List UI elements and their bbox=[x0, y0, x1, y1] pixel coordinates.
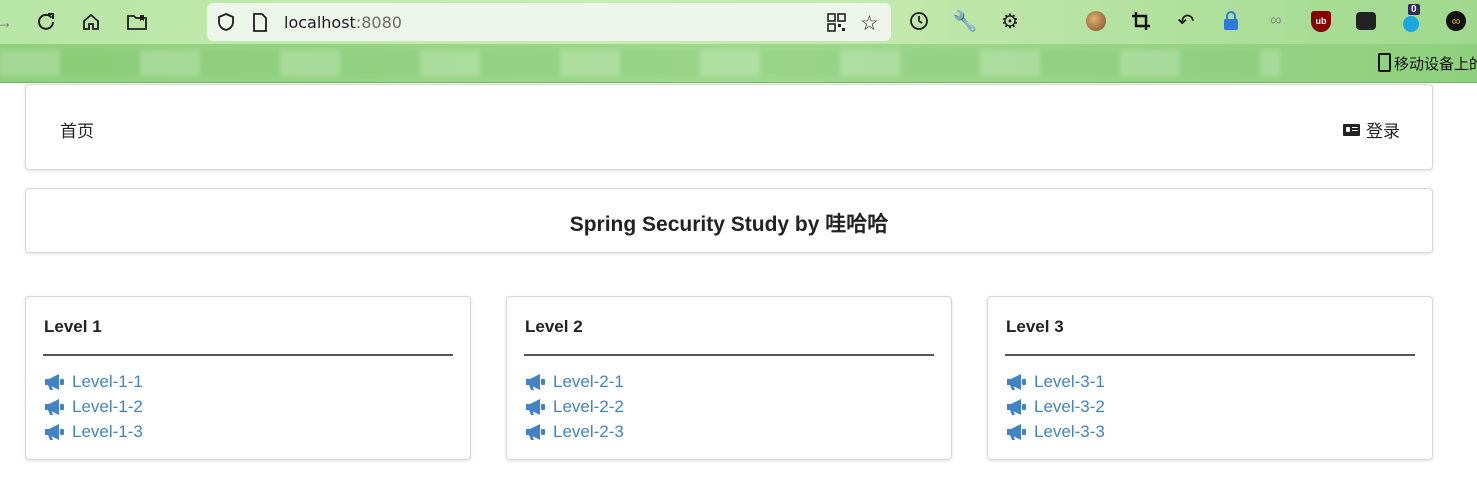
notification-extension-icon[interactable]: 0 bbox=[1399, 4, 1423, 33]
wrench-icon[interactable]: 🔧 bbox=[953, 9, 978, 33]
bullhorn-icon bbox=[45, 398, 64, 415]
level-link[interactable]: Level-2-3 bbox=[524, 419, 624, 444]
top-nav: 首页 登录 bbox=[25, 84, 1433, 170]
url-host: localhost bbox=[284, 13, 356, 32]
nav-login-label: 登录 bbox=[1366, 122, 1400, 141]
level-link[interactable]: Level-1-3 bbox=[43, 419, 143, 444]
extension-badge: 0 bbox=[1408, 4, 1420, 15]
home-icon[interactable] bbox=[77, 8, 105, 36]
page-title: Spring Security Study by 哇哈哈 bbox=[569, 213, 889, 236]
level-link-label: Level-3-2 bbox=[1034, 396, 1105, 416]
level-link-label: Level-3-1 bbox=[1034, 371, 1105, 391]
level-link[interactable]: Level-2-2 bbox=[524, 394, 624, 419]
browser-toolbar: → localhost:8080 ☆ 🔧 ⚙ ↶ ∞ ub 0 ∞ bbox=[0, 0, 1477, 44]
bullhorn-icon bbox=[526, 398, 545, 415]
qr-code-icon[interactable] bbox=[827, 13, 846, 37]
mobile-bookmarks-link[interactable]: 移动设备上的 bbox=[1378, 53, 1477, 74]
nav-login-link[interactable]: 登录 bbox=[1343, 117, 1400, 142]
level-card-3: Level 3 Level-3-1 Level-3-2 Level-3-3 bbox=[987, 296, 1433, 460]
level-link[interactable]: Level-3-3 bbox=[1005, 419, 1105, 444]
ublock-icon[interactable]: ub bbox=[1309, 9, 1333, 33]
page-icon bbox=[252, 13, 268, 37]
url-bar[interactable]: localhost:8080 ☆ bbox=[207, 3, 891, 41]
bullhorn-icon bbox=[1007, 398, 1026, 415]
level-card-1: Level 1 Level-1-1 Level-1-2 Level-1-3 bbox=[25, 296, 471, 460]
mobile-bookmarks-label: 移动设备上的 bbox=[1394, 55, 1477, 73]
forward-icon[interactable]: → bbox=[0, 8, 18, 36]
level-link[interactable]: Level-1-1 bbox=[43, 369, 143, 394]
mobile-phone-icon bbox=[1378, 53, 1391, 72]
level-link[interactable]: Level-1-2 bbox=[43, 394, 143, 419]
level-link-label: Level-1-3 bbox=[72, 421, 143, 441]
level-link[interactable]: Level-3-1 bbox=[1005, 369, 1105, 394]
bullhorn-icon bbox=[45, 423, 64, 440]
level-link[interactable]: Level-3-2 bbox=[1005, 394, 1105, 419]
bullhorn-icon bbox=[1007, 423, 1026, 440]
level-link-label: Level-2-1 bbox=[553, 371, 624, 391]
glasses-extension-icon[interactable]: ∞ bbox=[1444, 9, 1468, 33]
level-link-label: Level-3-3 bbox=[1034, 421, 1105, 441]
mask-extension-icon[interactable] bbox=[1354, 9, 1378, 33]
lock-extension-icon[interactable] bbox=[1219, 9, 1243, 33]
bullhorn-icon bbox=[526, 373, 545, 390]
avatar-extension-icon[interactable] bbox=[1084, 9, 1108, 33]
blurred-bookmarks bbox=[0, 50, 1280, 76]
hero-banner: Spring Security Study by 哇哈哈 bbox=[25, 188, 1433, 253]
divider bbox=[43, 354, 453, 356]
level-link-list: Level-2-1 Level-2-2 Level-2-3 bbox=[524, 369, 624, 444]
history-icon[interactable] bbox=[907, 9, 931, 33]
star-icon[interactable]: ☆ bbox=[860, 11, 879, 36]
bookmarks-bar bbox=[0, 44, 1477, 83]
nav-home-link[interactable]: 首页 bbox=[60, 117, 94, 142]
url-text[interactable]: localhost:8080 bbox=[284, 13, 402, 32]
level-link-list: Level-1-1 Level-1-2 Level-1-3 bbox=[43, 369, 143, 444]
level-link-label: Level-2-2 bbox=[553, 396, 624, 416]
level-card-2: Level 2 Level-2-1 Level-2-2 Level-2-3 bbox=[506, 296, 952, 460]
level-title: Level 1 bbox=[44, 317, 102, 336]
crop-icon[interactable] bbox=[1129, 9, 1153, 33]
level-title: Level 2 bbox=[525, 317, 583, 336]
url-port: :8080 bbox=[355, 13, 402, 32]
gear-icon[interactable]: ⚙ bbox=[998, 9, 1022, 33]
id-card-icon bbox=[1343, 123, 1360, 136]
shield-icon[interactable] bbox=[216, 12, 236, 37]
divider bbox=[524, 354, 934, 356]
level-link-label: Level-1-1 bbox=[72, 371, 143, 391]
level-link-label: Level-1-2 bbox=[72, 396, 143, 416]
undo-arrow-icon[interactable]: ↶ bbox=[1174, 9, 1198, 33]
level-link-list: Level-3-1 Level-3-2 Level-3-3 bbox=[1005, 369, 1105, 444]
level-title: Level 3 bbox=[1006, 317, 1064, 336]
divider bbox=[1005, 354, 1415, 356]
level-link[interactable]: Level-2-1 bbox=[524, 369, 624, 394]
bullhorn-icon bbox=[45, 373, 64, 390]
bullhorn-icon bbox=[1007, 373, 1026, 390]
link-extension-icon[interactable]: ∞ bbox=[1264, 9, 1288, 33]
level-link-label: Level-2-3 bbox=[553, 421, 624, 441]
reload-icon[interactable] bbox=[32, 8, 60, 36]
bullhorn-icon bbox=[526, 423, 545, 440]
bookmarks-folder-icon[interactable] bbox=[123, 8, 151, 36]
